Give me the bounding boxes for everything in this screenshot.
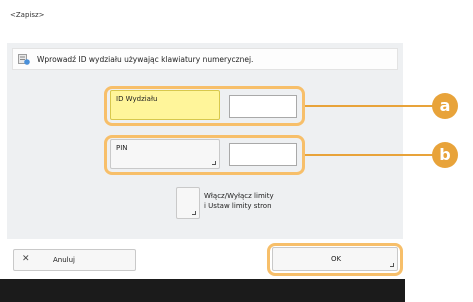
- message-info-icon: [18, 54, 30, 65]
- pin-label: PIN: [116, 144, 128, 152]
- message-bar: Wprowadź ID wydziału używając klawiatury…: [12, 48, 398, 70]
- message-text: Wprowadź ID wydziału używając klawiatury…: [37, 55, 254, 64]
- limits-button[interactable]: [176, 187, 200, 219]
- corner-arrow-icon: [192, 211, 196, 215]
- cancel-label: Anuluj: [53, 256, 75, 264]
- pin-button[interactable]: PIN: [110, 139, 220, 169]
- pin-field[interactable]: [229, 143, 297, 166]
- callout-a-line: [305, 105, 433, 107]
- bottom-bar: [0, 279, 405, 302]
- limits-label-line1: Włącz/Wyłącz limity: [204, 192, 274, 200]
- corner-arrow-icon: [212, 161, 216, 165]
- ok-label: OK: [331, 255, 342, 263]
- limits-label-line2: i Ustaw limity stron: [204, 202, 272, 210]
- department-id-button[interactable]: ID Wydziału: [110, 90, 220, 120]
- cancel-button[interactable]: ✕ Anuluj: [13, 249, 136, 271]
- department-id-label: ID Wydziału: [116, 95, 158, 103]
- callout-b-line: [305, 154, 433, 156]
- page-title: <Zapisz>: [10, 11, 45, 19]
- ok-button[interactable]: OK: [272, 247, 398, 271]
- callout-a: a: [432, 93, 458, 119]
- callout-b: b: [432, 142, 458, 168]
- limits-label[interactable]: Włącz/Wyłącz limity i Ustaw limity stron: [204, 191, 274, 211]
- corner-arrow-icon: [390, 263, 394, 267]
- department-id-field[interactable]: [229, 95, 297, 118]
- close-icon: ✕: [22, 254, 30, 264]
